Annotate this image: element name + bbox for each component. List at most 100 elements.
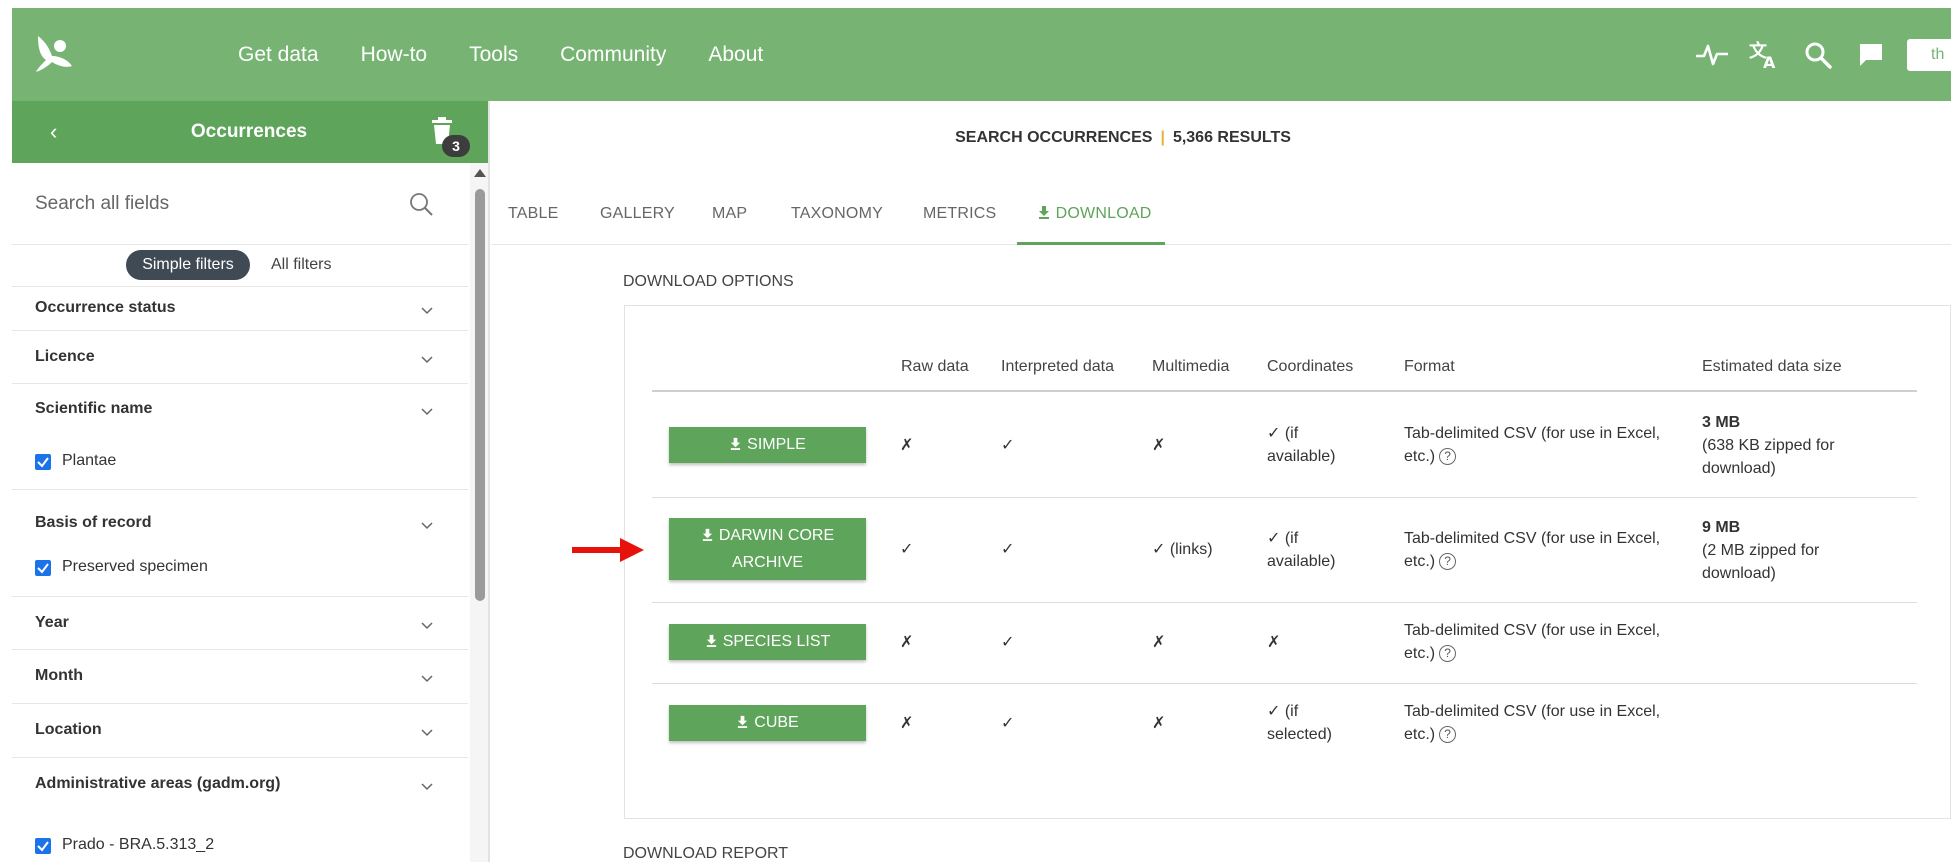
button-label: DARWIN CORE ARCHIVE (718, 527, 835, 571)
cell-raw: ✓ (900, 541, 914, 558)
filter-administrative-areas[interactable]: Administrative areas (gadm.org) Prado - … (12, 758, 468, 862)
top-icons: 文A th (1695, 8, 1951, 101)
search-input[interactable]: Search all fields (35, 193, 169, 215)
filter-location[interactable]: Location (12, 704, 468, 758)
download-icon (738, 715, 748, 728)
filter-occurrence-status[interactable]: Occurrence status (12, 287, 468, 331)
filter-sidebar: ‹ Occurrences 3 Search all fields Simple… (12, 101, 490, 862)
nav-community[interactable]: Community (560, 43, 666, 67)
filter-label: Occurrence status (35, 299, 176, 316)
separator: | (1160, 129, 1165, 146)
help-icon[interactable]: ? (1439, 726, 1457, 744)
pulse-icon[interactable] (1695, 38, 1729, 72)
cell-interpreted: ✓ (1001, 437, 1015, 454)
download-button-content: SIMPLE (729, 436, 806, 454)
tab-download[interactable]: DOWNLOAD (1037, 205, 1151, 223)
cell-multimedia: ✗ (1152, 715, 1166, 732)
cell-format: Tab-delimited CSV (for use in Excel, etc… (1404, 527, 1694, 573)
size-sub: (638 KB zipped for download) (1702, 437, 1835, 477)
help-icon[interactable]: ? (1439, 553, 1457, 571)
row-divider (652, 497, 1917, 498)
cell-coordinates: ✓ (if available) (1267, 530, 1336, 570)
tab-gallery[interactable]: GALLERY (600, 205, 675, 223)
cell-format: Tab-delimited CSV (for use in Excel, etc… (1404, 619, 1694, 665)
cell-raw: ✗ (900, 634, 914, 651)
chevron-down-icon[interactable] (420, 671, 434, 685)
cell-size: 3 MB (638 KB zipped for download) (1702, 411, 1872, 480)
simple-filters-tab[interactable]: Simple filters (126, 250, 250, 280)
button-label: SPECIES LIST (722, 633, 831, 650)
checkbox-preserved-specimen[interactable] (35, 560, 51, 576)
cell-format: Tab-delimited CSV (for use in Excel, etc… (1404, 700, 1694, 746)
view-tabs: TABLE GALLERY MAP TAXONOMY METRICS DOWNL… (492, 183, 1951, 245)
search-title: SEARCH OCCURRENCES (955, 129, 1153, 146)
filter-count-badge: 3 (442, 135, 470, 157)
checkbox-plantae[interactable] (35, 454, 51, 470)
tab-map[interactable]: MAP (712, 205, 747, 223)
filter-licence[interactable]: Licence (12, 331, 468, 384)
cell-format: Tab-delimited CSV (for use in Excel, etc… (1404, 422, 1694, 468)
chevron-down-icon[interactable] (420, 725, 434, 739)
chevron-down-icon[interactable] (420, 618, 434, 632)
chevron-down-icon[interactable] (420, 779, 434, 793)
nav-how-to[interactable]: How-to (361, 43, 428, 67)
cell-size: 9 MB (2 MB zipped for download) (1702, 516, 1872, 585)
search-all-fields[interactable]: Search all fields (12, 163, 468, 245)
checkbox-label: Prado - BRA.5.313_2 (62, 836, 215, 853)
chevron-down-icon[interactable] (420, 404, 434, 418)
checkbox-label: Plantae (62, 452, 117, 469)
chevron-down-icon[interactable] (420, 352, 434, 366)
results-count: 5,366 RESULTS (1172, 129, 1291, 146)
nav-about[interactable]: About (708, 43, 763, 67)
help-icon[interactable]: ? (1439, 448, 1457, 466)
scroll-up-icon[interactable] (474, 169, 486, 177)
help-icon[interactable]: ? (1439, 645, 1457, 663)
cell-multimedia: ✗ (1152, 437, 1166, 454)
download-darwin-core-archive-button[interactable]: DARWIN CORE ARCHIVE (669, 518, 866, 580)
download-button-content: SPECIES LIST (705, 633, 831, 651)
filter-scientific-name[interactable]: Scientific name Plantae (12, 384, 468, 490)
filter-month[interactable]: Month (12, 650, 468, 704)
button-label: SIMPLE (747, 436, 806, 453)
filter-label: Administrative areas (gadm.org) (35, 775, 281, 792)
account-button[interactable]: th (1907, 38, 1951, 71)
cell-interpreted: ✓ (1001, 715, 1015, 732)
cell-multimedia: ✓ (links) (1152, 541, 1213, 558)
scrollbar-thumb[interactable] (475, 189, 485, 601)
download-cube-button[interactable]: CUBE (669, 705, 866, 741)
tab-metrics[interactable]: METRICS (923, 205, 996, 223)
filter-basis-of-record[interactable]: Basis of record Preserved specimen (12, 490, 468, 597)
cell-coordinates: ✓ (if selected) (1267, 703, 1332, 743)
col-format: Format (1404, 358, 1455, 375)
sidebar-scrollbar[interactable] (470, 163, 488, 862)
chevron-down-icon[interactable] (420, 303, 434, 317)
col-coordinates: Coordinates (1267, 358, 1354, 375)
filter-year[interactable]: Year (12, 597, 468, 650)
chevron-down-icon[interactable] (420, 518, 434, 532)
cell-coordinates: ✓ (if available) (1267, 425, 1336, 465)
download-icon (1039, 206, 1049, 219)
page: Get data How-to Tools Community About 文A… (0, 0, 1951, 862)
checkbox-prado[interactable] (35, 838, 51, 854)
search-icon[interactable] (1801, 38, 1835, 72)
svg-text:A: A (1763, 53, 1776, 70)
download-icon (706, 634, 716, 647)
nav-get-data[interactable]: Get data (238, 43, 319, 67)
download-options-card: Raw data Interpreted data Multimedia Coo… (624, 305, 1951, 819)
filter-label: Month (35, 667, 83, 684)
filter-label: Basis of record (35, 514, 152, 531)
feedback-icon[interactable] (1854, 38, 1888, 72)
tab-download-label: DOWNLOAD (1055, 205, 1152, 222)
download-simple-button[interactable]: SIMPLE (669, 427, 866, 463)
gbif-logo-icon[interactable] (28, 30, 76, 78)
tab-taxonomy[interactable]: TAXONOMY (791, 205, 883, 223)
top-navbar: Get data How-to Tools Community About 文A… (12, 8, 1951, 101)
cell-raw: ✗ (900, 715, 914, 732)
all-filters-tab[interactable]: All filters (271, 256, 331, 274)
nav-tools[interactable]: Tools (469, 43, 518, 67)
translate-icon[interactable]: 文A (1748, 38, 1782, 72)
cell-raw: ✗ (900, 437, 914, 454)
tab-table[interactable]: TABLE (508, 205, 559, 223)
search-icon[interactable] (408, 191, 434, 217)
download-species-list-button[interactable]: SPECIES LIST (669, 624, 866, 660)
